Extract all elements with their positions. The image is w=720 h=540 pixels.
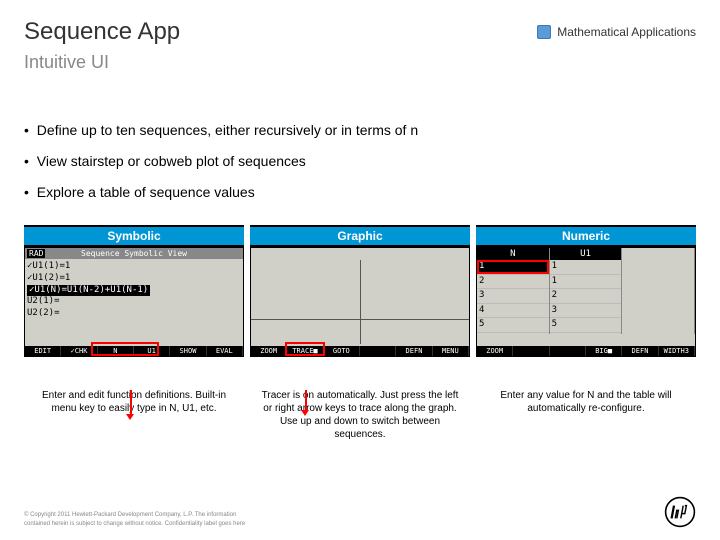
- callout-box: [91, 342, 159, 356]
- graphic-screen: ZOOM TRACE■ GOTO DEFN MENU: [250, 247, 470, 357]
- graphic-caption: Tracer is on automatically. Just press t…: [250, 389, 470, 441]
- symbolic-screen: RAD Sequence Symbolic View ✓U1(1)=1 ✓U1(…: [24, 247, 244, 357]
- defn-button[interactable]: DEFN: [396, 346, 432, 356]
- numeric-panel: Numeric N 1 2 3 4 5 U1 1 1 2: [476, 225, 696, 357]
- bullet-item: Explore a table of sequence values: [24, 177, 696, 208]
- copyright-text: © Copyright 2011 Hewlett-Packard Develop…: [24, 511, 245, 528]
- bullet-item: Define up to ten sequences, either recur…: [24, 115, 696, 146]
- n-cell: 4: [477, 304, 549, 319]
- seq-line: U2(1)=: [27, 296, 241, 308]
- u1-column-head: U1: [550, 248, 622, 260]
- seq-line-selected: ✓U1(N)=U1(N-2)+U1(N-1): [27, 285, 150, 297]
- u1-cell: 1: [550, 260, 622, 275]
- symbolic-caption: Enter and edit function definitions. Bui…: [24, 389, 244, 441]
- edit-button[interactable]: EDIT: [25, 346, 61, 356]
- n-cell: 2: [477, 275, 549, 290]
- u1-cell: 3: [550, 304, 622, 319]
- n-column-head: N: [477, 248, 549, 260]
- blank-button[interactable]: [513, 346, 549, 356]
- zoom-button[interactable]: ZOOM: [251, 346, 287, 356]
- goto-button[interactable]: GOTO: [324, 346, 360, 356]
- arrow-line: [130, 390, 132, 416]
- blank-button[interactable]: [360, 346, 396, 356]
- symbolic-view-label: Sequence Symbolic View: [81, 249, 187, 258]
- width-button[interactable]: WIDTH3: [659, 346, 695, 356]
- numeric-caption: Enter any value for N and the table will…: [476, 389, 696, 441]
- page-subtitle: Intuitive UI: [24, 52, 696, 73]
- symbolic-panel: Symbolic RAD Sequence Symbolic View ✓U1(…: [24, 225, 244, 357]
- arrow-head-icon: [126, 414, 134, 420]
- seq-line: ✓U1(1)=1: [27, 261, 241, 273]
- graphic-title: Graphic: [250, 225, 470, 247]
- bullet-item: View stairstep or cobweb plot of sequenc…: [24, 146, 696, 177]
- u1-cell: 2: [550, 289, 622, 304]
- arrow-head-icon: [301, 410, 309, 416]
- x-axis: [251, 319, 469, 320]
- symbolic-title: Symbolic: [24, 225, 244, 247]
- u1-cell: 5: [550, 318, 622, 333]
- arrow-line: [305, 390, 307, 412]
- callout-box: [477, 260, 549, 274]
- u1-cell: 1: [550, 275, 622, 290]
- defn-button[interactable]: DEFN: [622, 346, 658, 356]
- graphic-panel: Graphic ZOOM TRACE■ GOTO DEFN MENU: [250, 225, 470, 357]
- rad-indicator: RAD: [27, 249, 45, 258]
- menu-button[interactable]: MENU: [433, 346, 469, 356]
- show-button[interactable]: SHOW: [170, 346, 206, 356]
- hp-logo-icon: [664, 496, 696, 528]
- seq-line: U2(2)=: [27, 308, 241, 320]
- callout-box: [285, 342, 325, 356]
- blank-button[interactable]: [550, 346, 586, 356]
- eval-button[interactable]: EVAL: [207, 346, 243, 356]
- category-label: Mathematical Applications: [537, 25, 696, 39]
- y-axis: [360, 260, 361, 344]
- category-dot-icon: [537, 25, 551, 39]
- n-cell: 5: [477, 318, 549, 333]
- page-title: Sequence App: [24, 18, 180, 46]
- category-text: Mathematical Applications: [557, 25, 696, 39]
- n-cell: 3: [477, 289, 549, 304]
- bullet-list: Define up to ten sequences, either recur…: [24, 115, 696, 207]
- numeric-title: Numeric: [476, 225, 696, 247]
- big-button[interactable]: BIG■: [586, 346, 622, 356]
- numeric-screen: N 1 2 3 4 5 U1 1 1 2 3 5: [476, 247, 696, 357]
- zoom-button[interactable]: ZOOM: [477, 346, 513, 356]
- seq-line: ✓U1(2)=1: [27, 273, 241, 285]
